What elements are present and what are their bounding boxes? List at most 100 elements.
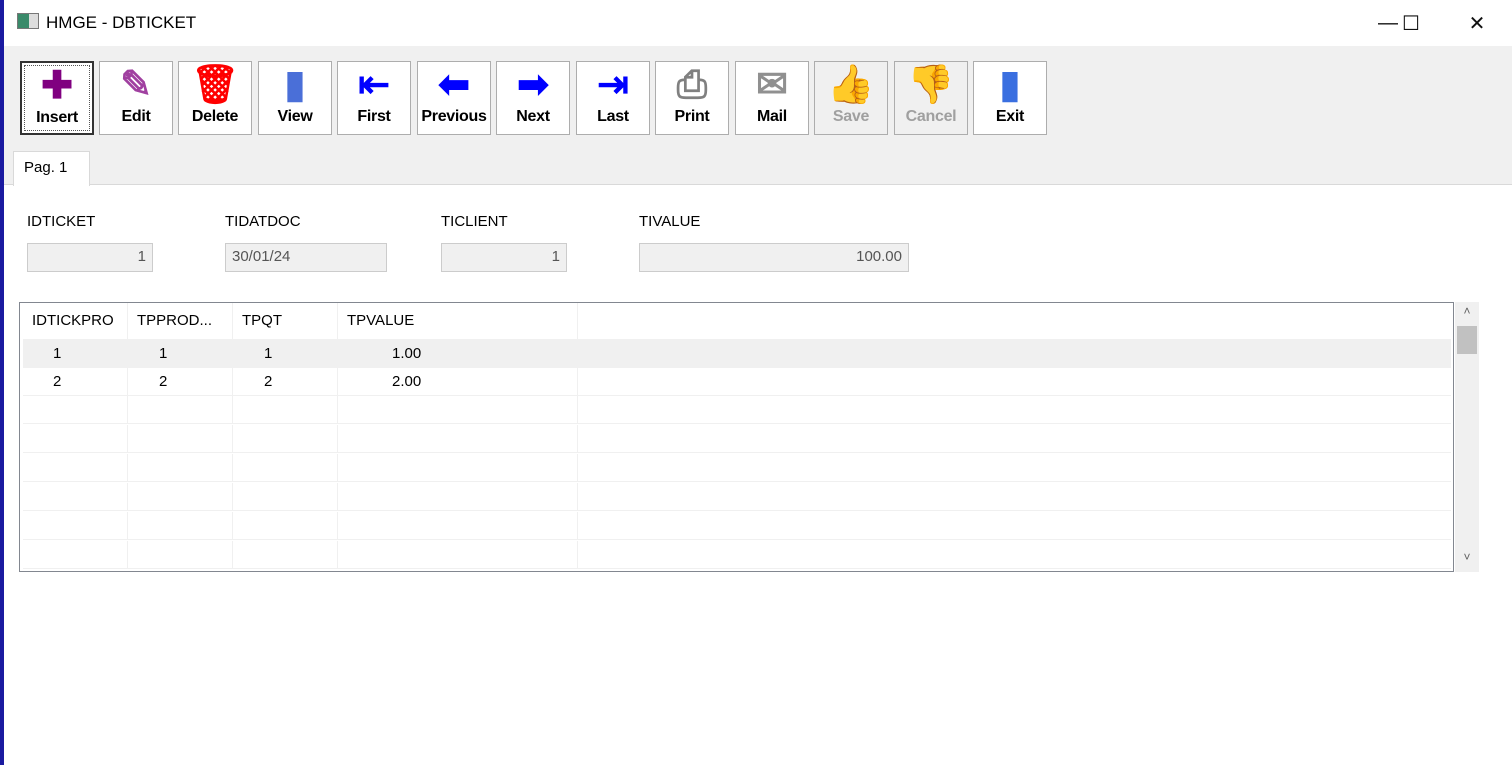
empty-cell	[338, 512, 578, 539]
column-header-tpvalue[interactable]: TPVALUE	[338, 303, 578, 340]
window-title: HMGE - DBTICKET	[46, 13, 197, 32]
ticlient-label: TICLIENT	[441, 213, 508, 230]
button-label: View	[277, 108, 313, 125]
empty-row	[23, 396, 1451, 424]
title-bar: HMGE - DBTICKET — ☐ ✕	[4, 0, 1512, 46]
button-label: Print	[674, 108, 710, 125]
scroll-down-icon[interactable]: ˅	[1455, 550, 1479, 564]
button-label: Delete	[191, 108, 239, 125]
empty-cell	[23, 396, 128, 423]
printer-icon: ⎙	[676, 64, 708, 106]
vertical-scrollbar[interactable]: ˄ ˅	[1455, 302, 1479, 572]
book-icon: ▮	[284, 64, 306, 106]
empty-cell	[338, 454, 578, 481]
empty-cell	[23, 541, 128, 568]
empty-row	[23, 512, 1451, 540]
tab-page-1[interactable]: Pag. 1	[13, 151, 90, 186]
thumbs-down-icon: 👎	[907, 64, 955, 106]
empty-cell	[338, 396, 578, 423]
edit-button[interactable]: ✎ Edit	[99, 61, 173, 135]
trash-icon: 🗑	[190, 64, 240, 106]
cell-tpprod: 1	[128, 340, 233, 367]
cell-tpprod: 2	[128, 368, 233, 395]
cell-tpvalue: 2.00	[338, 368, 578, 395]
empty-cell	[128, 454, 233, 481]
door-icon: ▮	[999, 64, 1021, 106]
empty-cell	[233, 541, 338, 568]
plus-icon: ✚	[41, 65, 73, 107]
cancel-button: 👎 Cancel	[894, 61, 968, 135]
close-button[interactable]: ✕	[1454, 0, 1500, 46]
items-grid[interactable]: IDTICKPRO TPPROD... TPQT TPVALUE 1 1 1 1…	[19, 302, 1454, 572]
button-label: Previous	[421, 108, 487, 125]
empty-cell	[233, 483, 338, 510]
idticket-label: IDTICKET	[27, 213, 96, 230]
button-label: Save	[832, 108, 870, 125]
toolbar: ✚ Insert ✎ Edit 🗑 Delete ▮ View ⇤ First ⬅ Previous ➡…	[4, 46, 1512, 151]
empty-cell	[233, 425, 338, 452]
cell-tpqt: 2	[233, 368, 338, 395]
scroll-up-icon[interactable]: ˄	[1455, 304, 1479, 318]
empty-cell	[128, 396, 233, 423]
empty-cell	[128, 541, 233, 568]
empty-cell	[128, 425, 233, 452]
button-label: Insert	[36, 109, 78, 126]
maximize-button[interactable]: ☐	[1388, 0, 1434, 46]
delete-button[interactable]: 🗑 Delete	[178, 61, 252, 135]
column-header-tpqt[interactable]: TPQT	[233, 303, 338, 340]
button-label: Last	[597, 108, 629, 125]
empty-row	[23, 425, 1451, 453]
tivalue-field[interactable]: 100.00	[639, 243, 909, 272]
tab-strip: Pag. 1	[4, 151, 1512, 186]
next-button[interactable]: ➡ Next	[496, 61, 570, 135]
table-row[interactable]: 1 1 1 1.00	[23, 340, 1451, 368]
grid-header: IDTICKPRO TPPROD... TPQT TPVALUE	[23, 303, 1451, 340]
mail-button[interactable]: ✉ Mail	[735, 61, 809, 135]
exit-button[interactable]: ▮ Exit	[973, 61, 1047, 135]
empty-cell	[23, 425, 128, 452]
insert-button[interactable]: ✚ Insert	[20, 61, 94, 135]
last-button[interactable]: ⇥ Last	[576, 61, 650, 135]
right-arrow-icon: ➡	[517, 64, 549, 106]
last-arrow-icon: ⇥	[597, 64, 629, 106]
button-label: First	[357, 108, 391, 125]
scroll-thumb[interactable]	[1457, 326, 1477, 354]
envelope-icon: ✉	[756, 64, 788, 106]
button-label: Exit	[995, 108, 1025, 125]
first-arrow-icon: ⇤	[358, 64, 390, 106]
empty-cell	[338, 541, 578, 568]
tidatdoc-field[interactable]: 30/01/24	[225, 243, 387, 272]
column-header-idtickpro[interactable]: IDTICKPRO	[23, 303, 128, 340]
button-label: Edit	[121, 108, 151, 125]
button-label: Cancel	[905, 108, 957, 125]
save-button: 👍 Save	[814, 61, 888, 135]
app-icon	[17, 13, 39, 29]
empty-cell	[338, 483, 578, 510]
print-button[interactable]: ⎙ Print	[655, 61, 729, 135]
first-button[interactable]: ⇤ First	[337, 61, 411, 135]
empty-cell	[128, 512, 233, 539]
left-arrow-icon: ⬅	[438, 64, 470, 106]
button-label: Mail	[757, 108, 787, 125]
empty-row	[23, 483, 1451, 511]
idticket-field[interactable]: 1	[27, 243, 153, 272]
cell-idtickpro: 2	[23, 368, 128, 395]
empty-cell	[128, 483, 233, 510]
empty-row	[23, 541, 1451, 569]
cell-tpvalue: 1.00	[338, 340, 578, 367]
edit-note-icon: ✎	[120, 64, 152, 106]
empty-cell	[23, 483, 128, 510]
empty-cell	[233, 454, 338, 481]
ticlient-field[interactable]: 1	[441, 243, 567, 272]
empty-cell	[23, 512, 128, 539]
column-header-tpprod[interactable]: TPPROD...	[128, 303, 233, 340]
empty-cell	[338, 425, 578, 452]
view-button[interactable]: ▮ View	[258, 61, 332, 135]
previous-button[interactable]: ⬅ Previous	[417, 61, 491, 135]
table-row[interactable]: 2 2 2 2.00	[23, 368, 1451, 396]
tidatdoc-label: TIDATDOC	[225, 213, 301, 230]
tivalue-label: TIVALUE	[639, 213, 701, 230]
cell-tpqt: 1	[233, 340, 338, 367]
button-label: Next	[516, 108, 550, 125]
thumbs-up-icon: 👍	[827, 64, 875, 106]
